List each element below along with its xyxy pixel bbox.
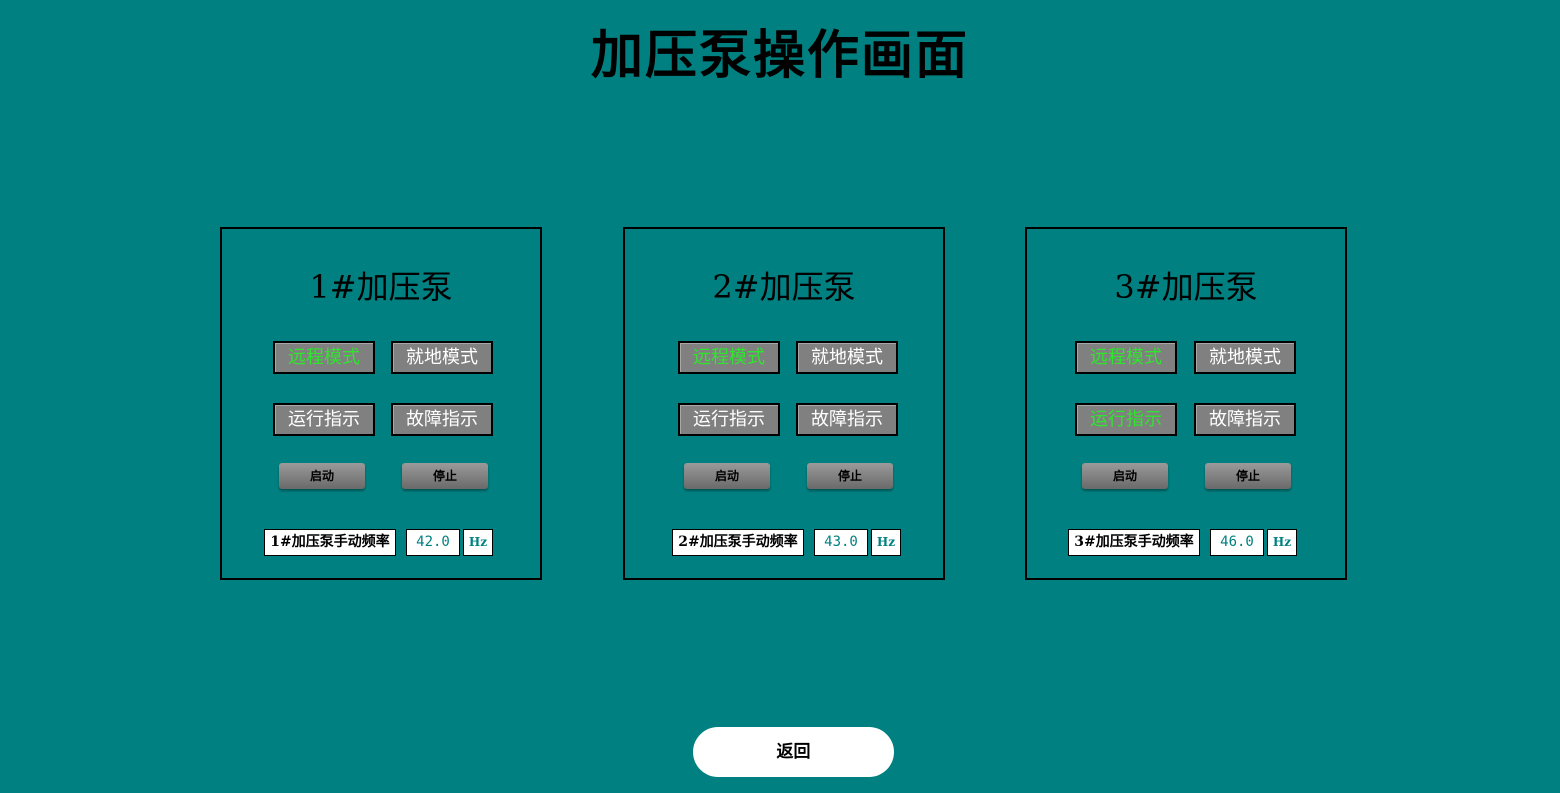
pump-3-run-indicator: 运行指示 [1075,403,1177,436]
pump-1-freq-input[interactable]: 42.0 [406,529,460,556]
pump-2-freq-unit: Hz [871,529,901,556]
pump-2-start-button[interactable]: 启动 [684,463,770,489]
pump-2-panel: 2#加压泵 远程模式 就地模式 运行指示 故障指示 启动 停止 2#加压泵手动频… [623,227,945,580]
pump-1-local-mode-indicator: 就地模式 [391,341,493,374]
pump-3-panel: 3#加压泵 远程模式 就地模式 运行指示 故障指示 启动 停止 3#加压泵手动频… [1025,227,1347,580]
pump-2-remote-mode-indicator: 远程模式 [678,341,780,374]
pump-2-freq-label: 2#加压泵手动频率 [672,529,804,556]
pump-3-start-button[interactable]: 启动 [1082,463,1168,489]
pump-2-title: 2#加压泵 [712,268,856,306]
pump-1-remote-mode-indicator: 远程模式 [273,341,375,374]
pump-1-panel: 1#加压泵 远程模式 就地模式 运行指示 故障指示 启动 停止 1#加压泵手动频… [220,227,542,580]
pump-1-title: 1#加压泵 [309,268,453,306]
pump-3-freq-unit: Hz [1267,529,1297,556]
back-button[interactable]: 返回 [693,727,894,777]
pump-2-fault-indicator: 故障指示 [796,403,898,436]
pump-2-stop-button[interactable]: 停止 [807,463,893,489]
pump-1-freq-label: 1#加压泵手动频率 [264,529,396,556]
pump-3-freq-label: 3#加压泵手动频率 [1068,529,1200,556]
pump-3-local-mode-indicator: 就地模式 [1194,341,1296,374]
pump-1-run-indicator: 运行指示 [273,403,375,436]
pump-1-start-button[interactable]: 启动 [279,463,365,489]
pump-3-stop-button[interactable]: 停止 [1205,463,1291,489]
pump-3-fault-indicator: 故障指示 [1194,403,1296,436]
pump-2-run-indicator: 运行指示 [678,403,780,436]
pump-2-local-mode-indicator: 就地模式 [796,341,898,374]
pump-1-freq-unit: Hz [463,529,493,556]
pump-2-freq-input[interactable]: 43.0 [814,529,868,556]
pump-3-title: 3#加压泵 [1114,268,1258,306]
pump-3-remote-mode-indicator: 远程模式 [1075,341,1177,374]
pump-3-freq-input[interactable]: 46.0 [1210,529,1264,556]
pump-1-fault-indicator: 故障指示 [391,403,493,436]
page-title: 加压泵操作画面 [590,25,969,86]
pump-1-stop-button[interactable]: 停止 [402,463,488,489]
